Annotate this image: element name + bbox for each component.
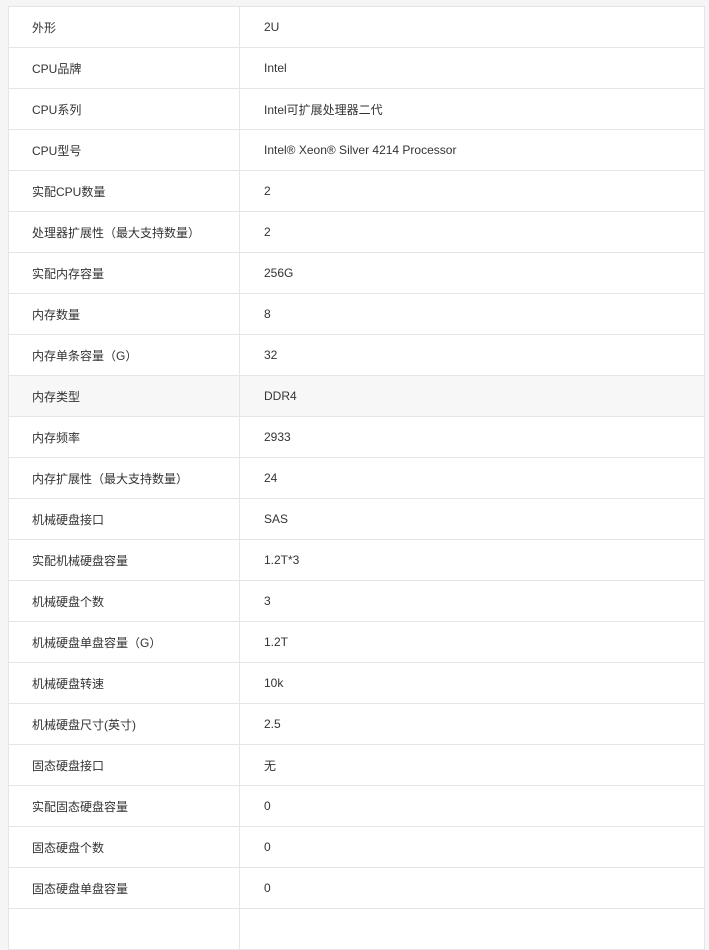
spec-value: 2U xyxy=(264,20,280,34)
spec-value: 1.2T*3 xyxy=(264,553,300,567)
spec-label: 机械硬盘尺寸(英寸) xyxy=(9,704,240,744)
spec-table: 外形 2U CPU品牌 Intel CPU系列 Intel可扩展处理器二代 CP… xyxy=(8,6,705,950)
table-row: 机械硬盘个数 3 xyxy=(9,581,704,622)
table-row: 机械硬盘尺寸(英寸) 2.5 xyxy=(9,704,704,745)
table-row: 实配内存容量 256G xyxy=(9,253,704,294)
spec-label: 实配固态硬盘容量 xyxy=(9,786,240,826)
table-row: 固态硬盘个数 0 xyxy=(9,827,704,868)
spec-value: 24 xyxy=(264,471,278,485)
spec-value: 0 xyxy=(264,881,271,895)
spec-value: Intel® Xeon® Silver 4214 Processor xyxy=(264,143,457,157)
spec-label: 实配机械硬盘容量 xyxy=(9,540,240,580)
table-row: CPU型号 Intel® Xeon® Silver 4214 Processor xyxy=(9,130,704,171)
table-row xyxy=(9,909,704,950)
spec-value: 2.5 xyxy=(264,717,281,731)
spec-label: 固态硬盘个数 xyxy=(9,827,240,867)
table-row: CPU系列 Intel可扩展处理器二代 xyxy=(9,89,704,130)
table-row: 内存扩展性（最大支持数量） 24 xyxy=(9,458,704,499)
spec-value: 0 xyxy=(264,799,271,813)
spec-label: 处理器扩展性（最大支持数量） xyxy=(9,212,240,252)
spec-value: 2933 xyxy=(264,430,291,444)
spec-label: 内存数量 xyxy=(9,294,240,334)
spec-value: 0 xyxy=(264,840,271,854)
spec-label: CPU系列 xyxy=(9,89,240,129)
table-row: 实配机械硬盘容量 1.2T*3 xyxy=(9,540,704,581)
table-row: 机械硬盘接口 SAS xyxy=(9,499,704,540)
spec-label: 内存扩展性（最大支持数量） xyxy=(9,458,240,498)
table-row: 内存频率 2933 xyxy=(9,417,704,458)
spec-value: 无 xyxy=(264,758,277,773)
spec-value: 1.2T xyxy=(264,635,289,649)
spec-value: DDR4 xyxy=(264,389,297,403)
spec-label: 内存频率 xyxy=(9,417,240,457)
spec-value: 10k xyxy=(264,676,284,690)
spec-value: Intel xyxy=(264,61,287,75)
spec-label: 实配内存容量 xyxy=(9,253,240,293)
spec-value: 32 xyxy=(264,348,278,362)
table-row: CPU品牌 Intel xyxy=(9,48,704,89)
spec-value: 8 xyxy=(264,307,271,321)
spec-value: Intel可扩展处理器二代 xyxy=(264,102,383,117)
table-row: 实配固态硬盘容量 0 xyxy=(9,786,704,827)
spec-label: 固态硬盘接口 xyxy=(9,745,240,785)
spec-label xyxy=(9,909,240,949)
table-row: 固态硬盘接口 无 xyxy=(9,745,704,786)
table-row: 机械硬盘单盘容量（G） 1.2T xyxy=(9,622,704,663)
spec-value: 3 xyxy=(264,594,271,608)
spec-label: 内存类型 xyxy=(9,376,240,416)
spec-label: CPU型号 xyxy=(9,130,240,170)
spec-label: 机械硬盘个数 xyxy=(9,581,240,621)
spec-value: 256G xyxy=(264,266,294,280)
table-row: 外形 2U xyxy=(9,7,704,48)
spec-label: 机械硬盘转速 xyxy=(9,663,240,703)
table-row-hovered: 内存类型 DDR4 xyxy=(9,376,704,417)
spec-label: CPU品牌 xyxy=(9,48,240,88)
table-row: 机械硬盘转速 10k xyxy=(9,663,704,704)
spec-value: 2 xyxy=(264,184,271,198)
table-row: 固态硬盘单盘容量 0 xyxy=(9,868,704,909)
spec-value xyxy=(240,909,704,949)
table-row: 内存数量 8 xyxy=(9,294,704,335)
spec-label: 机械硬盘单盘容量（G） xyxy=(9,622,240,662)
spec-label: 固态硬盘单盘容量 xyxy=(9,868,240,908)
table-row: 内存单条容量（G） 32 xyxy=(9,335,704,376)
spec-label: 实配CPU数量 xyxy=(9,171,240,211)
table-row: 实配CPU数量 2 xyxy=(9,171,704,212)
spec-label: 机械硬盘接口 xyxy=(9,499,240,539)
spec-label: 内存单条容量（G） xyxy=(9,335,240,375)
spec-value: 2 xyxy=(264,225,271,239)
spec-value: SAS xyxy=(264,512,289,526)
table-row: 处理器扩展性（最大支持数量） 2 xyxy=(9,212,704,253)
spec-label: 外形 xyxy=(9,7,240,47)
